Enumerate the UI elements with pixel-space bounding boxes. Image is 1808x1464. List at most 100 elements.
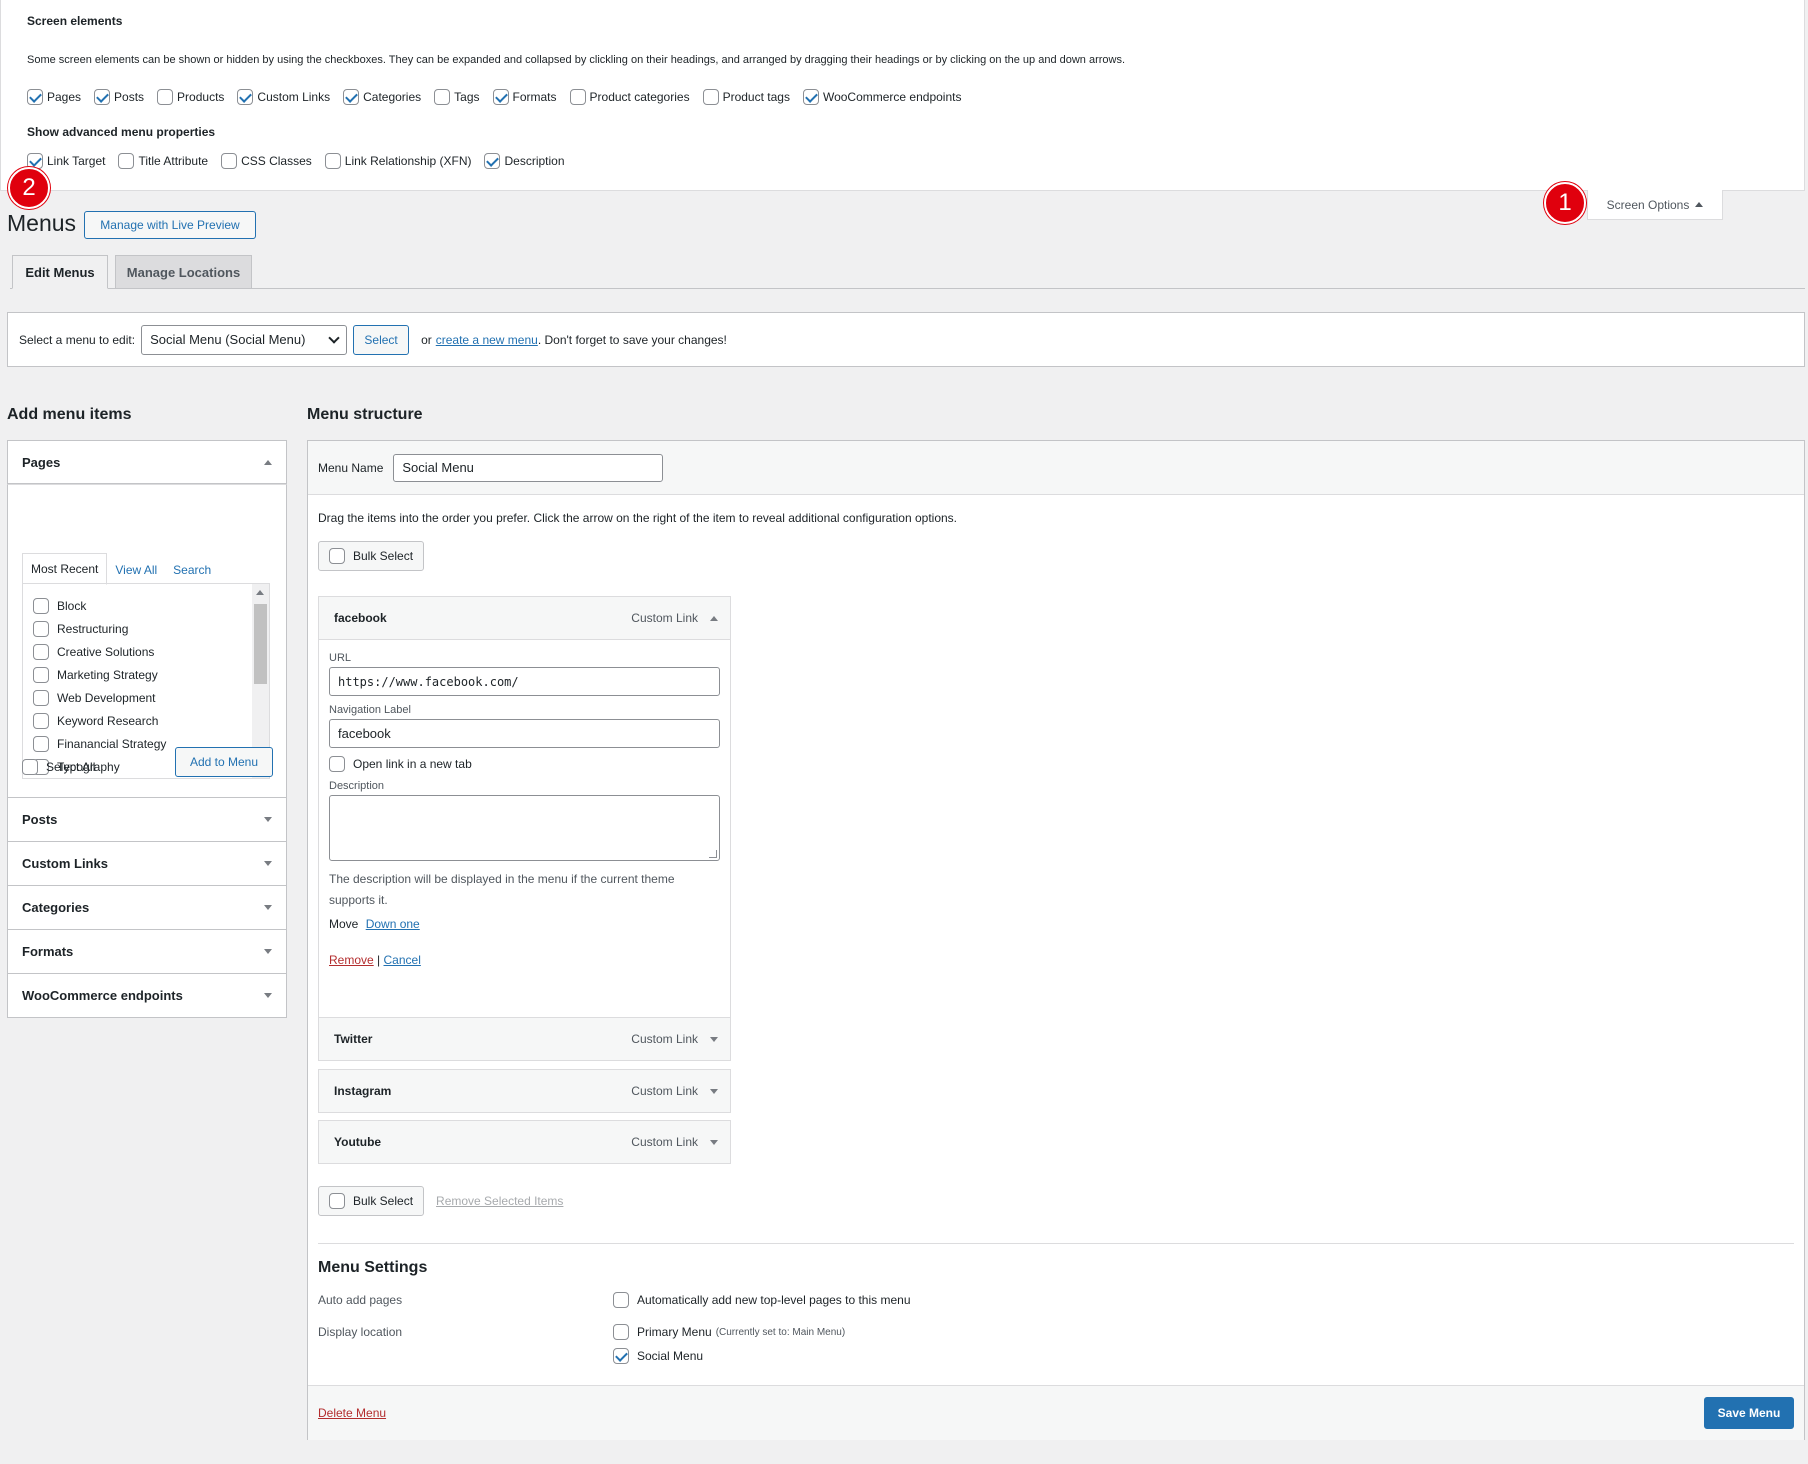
checkbox[interactable] xyxy=(613,1292,629,1308)
screen-element-products[interactable]: Products xyxy=(157,89,224,105)
checkbox[interactable] xyxy=(221,153,238,169)
bulk-select-button-bottom[interactable]: Bulk Select xyxy=(318,1186,425,1216)
accordion-categories[interactable]: Categories xyxy=(7,886,287,930)
checkbox[interactable] xyxy=(343,89,360,105)
advanced-css-classes[interactable]: CSS Classes xyxy=(221,153,312,169)
cancel-item-link[interactable]: Cancel xyxy=(384,953,421,967)
checkbox[interactable] xyxy=(33,597,49,614)
checkbox[interactable] xyxy=(33,643,49,660)
navigation-label-input[interactable]: facebook xyxy=(329,719,720,748)
checkbox[interactable] xyxy=(237,89,254,105)
screen-element-woocommerce-endpoints[interactable]: WooCommerce endpoints xyxy=(802,89,961,105)
checkbox[interactable] xyxy=(27,89,43,105)
accordion-custom-links[interactable]: Custom Links xyxy=(7,842,287,886)
open-new-tab-checkbox[interactable]: Open link in a new tab xyxy=(329,756,720,772)
advanced-link-target[interactable]: Link Target xyxy=(27,153,105,169)
location-primary-menu[interactable]: Primary Menu (Currently set to: Main Men… xyxy=(613,1324,845,1340)
checkbox[interactable] xyxy=(33,712,49,729)
checkbox[interactable] xyxy=(329,756,345,772)
tab-most-recent[interactable]: Most Recent xyxy=(22,553,108,585)
accordion-posts[interactable]: Posts xyxy=(7,798,287,842)
checkbox[interactable] xyxy=(492,89,509,105)
list-item[interactable]: Marketing Strategy xyxy=(33,663,166,686)
screen-element-custom-links[interactable]: Custom Links xyxy=(237,89,330,105)
checkbox[interactable] xyxy=(613,1324,629,1340)
checkbox[interactable] xyxy=(434,89,451,105)
checkbox[interactable] xyxy=(33,689,49,706)
tab-edit-menus[interactable]: Edit Menus xyxy=(12,255,108,289)
select-menu-button[interactable]: Select xyxy=(353,324,410,355)
expand-arrow-icon[interactable] xyxy=(710,1139,718,1145)
manage-live-preview-button[interactable]: Manage with Live Preview xyxy=(84,211,256,239)
list-item[interactable]: Restructuring xyxy=(33,617,166,640)
checkbox[interactable] xyxy=(22,759,38,775)
display-location-label: Display location xyxy=(318,1325,403,1339)
move-down-one-link[interactable]: Down one xyxy=(366,917,420,931)
checkbox[interactable] xyxy=(118,153,135,169)
checkbox[interactable] xyxy=(613,1348,629,1364)
screen-element-pages[interactable]: Pages xyxy=(27,89,81,105)
accordion-woocommerce-endpoints[interactable]: WooCommerce endpoints xyxy=(7,974,287,1018)
expand-arrow-icon[interactable] xyxy=(710,1036,718,1042)
list-item[interactable]: Creative Solutions xyxy=(33,640,166,663)
menu-select-dropdown[interactable]: Social Menu (Social Menu) xyxy=(141,324,348,355)
menu-item-instagram[interactable]: Instagram Custom Link xyxy=(318,1069,731,1113)
list-item[interactable]: Keyword Research xyxy=(33,709,166,732)
checkbox[interactable] xyxy=(569,89,586,105)
remove-item-link[interactable]: Remove xyxy=(329,953,374,967)
advanced-title-attribute[interactable]: Title Attribute xyxy=(118,153,208,169)
screen-element-tags[interactable]: Tags xyxy=(434,89,480,105)
auto-add-checkbox[interactable]: Automatically add new top-level pages to… xyxy=(613,1292,911,1308)
checkbox[interactable] xyxy=(802,89,819,105)
select-menu-bar: Select a menu to edit: Social Menu (Soci… xyxy=(7,312,1805,367)
description-textarea[interactable] xyxy=(329,795,720,861)
advanced-description[interactable]: Description xyxy=(484,153,565,169)
checkbox[interactable] xyxy=(33,735,49,752)
expand-arrow-icon[interactable] xyxy=(710,1088,718,1094)
checkbox[interactable] xyxy=(33,620,49,637)
bulk-select-button-top[interactable]: Bulk Select xyxy=(318,541,425,571)
checkbox[interactable] xyxy=(33,666,49,683)
tab-manage-locations[interactable]: Manage Locations xyxy=(115,255,252,289)
tab-view-all[interactable]: View All xyxy=(107,555,165,585)
add-to-menu-button[interactable]: Add to Menu xyxy=(175,747,273,777)
checkbox[interactable] xyxy=(324,153,341,169)
accordion-formats[interactable]: Formats xyxy=(7,930,287,974)
menu-item-twitter[interactable]: Twitter Custom Link xyxy=(318,1017,731,1061)
screen-element-product-tags[interactable]: Product tags xyxy=(702,89,790,105)
pages-section-header[interactable]: Pages xyxy=(7,440,287,484)
menu-item-handle[interactable]: Youtube Custom Link xyxy=(319,1121,730,1163)
list-item[interactable]: Block xyxy=(33,594,166,617)
url-input[interactable]: https://www.facebook.com/ xyxy=(329,667,720,696)
list-item[interactable]: Finanancial Strategy xyxy=(33,732,166,755)
save-menu-button[interactable]: Save Menu xyxy=(1704,1397,1794,1429)
remove-selected-items-link[interactable]: Remove Selected Items xyxy=(436,1194,563,1208)
item-actions: Remove | Cancel xyxy=(329,953,720,967)
screen-element-categories[interactable]: Categories xyxy=(343,89,421,105)
collapse-arrow-icon[interactable] xyxy=(710,615,718,621)
menu-item-handle[interactable]: Twitter Custom Link xyxy=(319,1018,730,1060)
checkbox[interactable] xyxy=(329,1193,345,1209)
checkbox[interactable] xyxy=(157,89,174,105)
screen-options-toggle[interactable]: Screen Options xyxy=(1587,190,1723,220)
menu-name-input[interactable]: Social Menu xyxy=(393,453,664,482)
screen-element-formats[interactable]: Formats xyxy=(492,89,557,105)
scrollbar-thumb[interactable] xyxy=(254,604,267,684)
checkbox[interactable] xyxy=(94,89,111,105)
delete-menu-link[interactable]: Delete Menu xyxy=(318,1406,386,1420)
advanced-link-relationship[interactable]: Link Relationship (XFN) xyxy=(324,153,471,169)
location-social-menu[interactable]: Social Menu xyxy=(613,1348,703,1364)
checkbox[interactable] xyxy=(329,548,345,564)
tab-search[interactable]: Search xyxy=(165,555,219,585)
menu-item-handle[interactable]: Instagram Custom Link xyxy=(319,1070,730,1112)
checkbox[interactable] xyxy=(702,89,719,105)
select-all-checkbox[interactable]: Select All xyxy=(22,759,95,775)
create-new-menu-link[interactable]: create a new menu xyxy=(436,333,538,347)
list-item[interactable]: Web Development xyxy=(33,686,166,709)
menu-item-youtube[interactable]: Youtube Custom Link xyxy=(318,1120,731,1164)
menu-item-handle[interactable]: facebook Custom Link xyxy=(319,597,730,639)
screen-element-posts[interactable]: Posts xyxy=(94,89,144,105)
resize-handle-icon[interactable] xyxy=(709,850,717,858)
screen-element-product-categories[interactable]: Product categories xyxy=(569,89,690,105)
checkbox[interactable] xyxy=(484,153,501,169)
